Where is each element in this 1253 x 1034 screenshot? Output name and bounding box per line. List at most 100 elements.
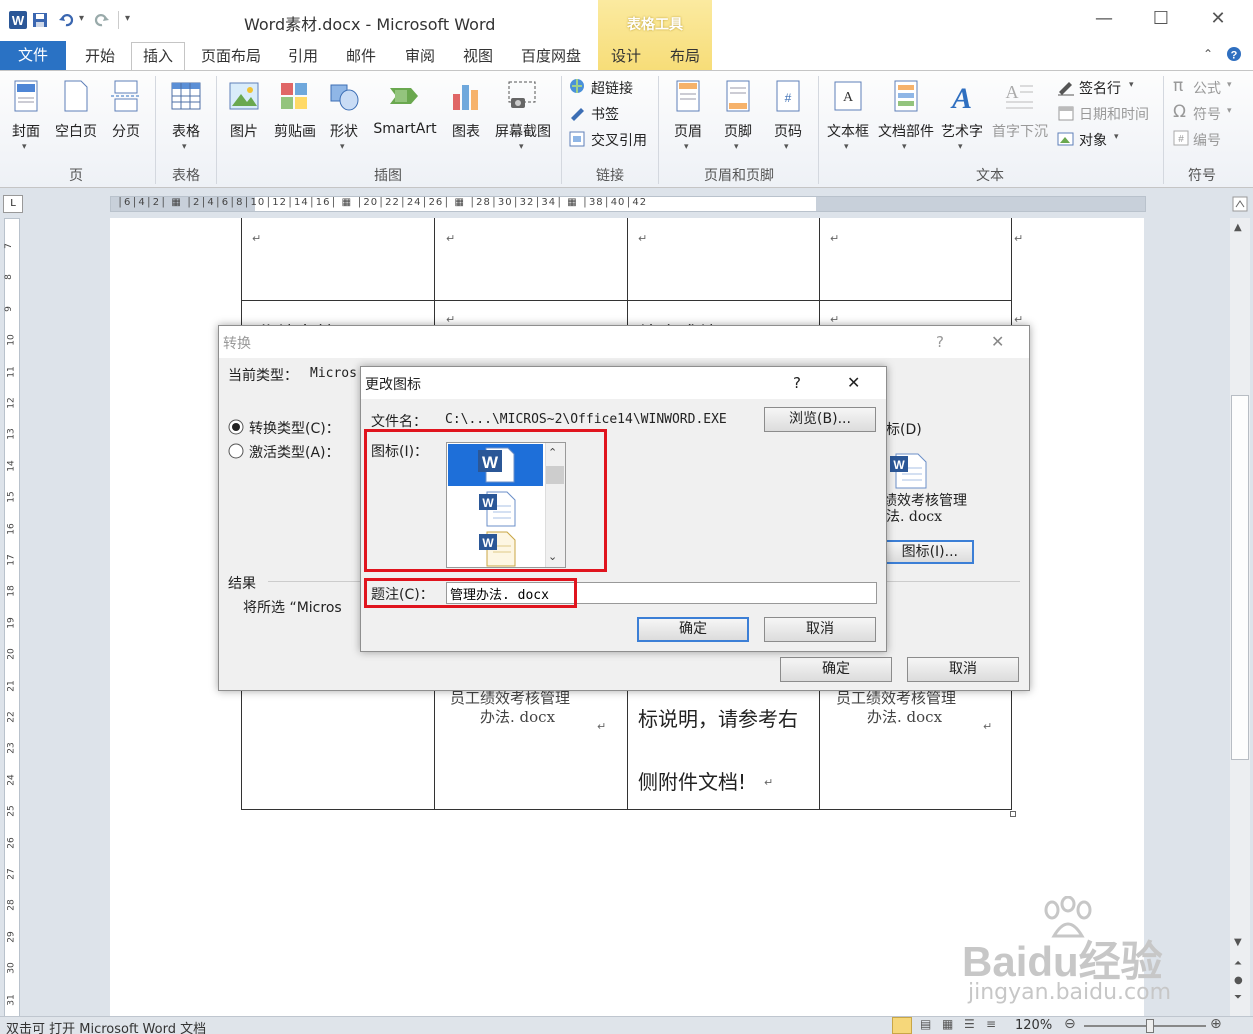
convert-type-label[interactable]: 转换类型(C)： [249,418,340,438]
equation-button[interactable]: 公式 [1193,78,1221,98]
chart-button[interactable]: 图表 [446,121,486,141]
word-app-icon[interactable]: W [8,10,28,30]
tab-home[interactable]: 开始 [73,45,127,70]
full-screen-view-icon[interactable]: ▤ [920,1017,931,1031]
table-dropdown-icon[interactable]: ▾ [182,142,187,152]
quick-parts-dropdown-icon[interactable]: ▾ [902,142,907,152]
convert-ok-button[interactable]: 确定 [780,657,892,682]
hyperlink-button[interactable]: 超链接 [591,78,633,98]
change-icon-cancel-button[interactable]: 取消 [764,617,876,642]
tab-insert[interactable]: 插入 [131,42,185,71]
help-icon[interactable]: ? [1226,46,1242,62]
previous-page-icon[interactable]: ⏶ [1234,958,1242,969]
tab-page-layout[interactable]: 页面布局 [194,45,268,70]
shapes-button[interactable]: 形状 [324,121,364,141]
tab-review[interactable]: 审阅 [397,45,443,70]
zoom-slider-thumb[interactable] [1146,1019,1154,1033]
table-resize-handle[interactable] [1010,811,1016,817]
cover-page-button[interactable]: 封面 [4,121,48,141]
tab-selector-icon[interactable]: L [3,195,23,213]
horizontal-ruler[interactable]: │6│4│2│ ▦ │2│4│6│8│10│12│14│16│ ▦ │20│22… [110,196,1146,212]
zoom-level[interactable]: 120% [1015,1018,1052,1033]
minimize-ribbon-icon[interactable]: ⌃ [1203,47,1213,61]
table-button[interactable]: 表格 [164,121,208,141]
print-layout-view-icon[interactable] [892,1017,912,1034]
object-button[interactable]: 对象 [1079,130,1107,150]
text-box-button[interactable]: 文本框 [824,121,872,141]
scroll-down-icon[interactable]: ▼ [1234,937,1242,948]
shapes-dropdown-icon[interactable]: ▾ [340,142,345,152]
convert-type-radio[interactable] [228,419,244,435]
close-button[interactable]: ✕ [1196,8,1240,32]
quick-parts-button[interactable]: 文档部件 [874,121,938,141]
change-icon-button[interactable]: 图标(I)... [878,540,974,564]
vertical-ruler[interactable]: 7 8 9 10 11 12 13 14 15 16 17 18 19 20 21 22 23 24 25 26 27 2… [4,218,20,1018]
activate-type-label[interactable]: 激活类型(A)： [249,442,340,462]
ruler-toggle-icon[interactable] [1232,196,1248,212]
change-icon-help-button[interactable]: ? [793,374,801,392]
page-number-button[interactable]: 页码 [768,121,808,141]
header-dropdown-icon[interactable]: ▾ [684,142,689,152]
symbol-button[interactable]: 符号 [1193,104,1221,124]
convert-close-button[interactable]: ✕ [991,332,1004,351]
screenshot-dropdown-icon[interactable]: ▾ [519,142,524,152]
picture-button[interactable]: 图片 [224,121,264,141]
convert-help-button[interactable]: ? [936,333,944,351]
undo-icon[interactable] [58,12,74,28]
header-button[interactable]: 页眉 [668,121,708,141]
footer-button[interactable]: 页脚 [718,121,758,141]
tab-design[interactable]: 设计 [603,45,649,70]
page-break-button[interactable]: 分页 [106,121,146,141]
save-icon[interactable] [32,12,48,28]
customize-qat-icon[interactable]: ▾ [125,13,130,24]
symbol-dropdown-icon[interactable]: ▾ [1227,106,1232,116]
tab-view[interactable]: 视图 [455,45,501,70]
zoom-out-icon[interactable]: ⊖ [1064,1016,1076,1032]
tab-mailings[interactable]: 邮件 [338,45,384,70]
page-number-dropdown-icon[interactable]: ▾ [784,142,789,152]
convert-cancel-button[interactable]: 取消 [907,657,1019,682]
cover-dropdown-icon[interactable]: ▾ [22,142,27,152]
scrollbar-thumb[interactable] [1231,395,1249,760]
wordart-dropdown-icon[interactable]: ▾ [958,142,963,152]
clip-art-button[interactable]: 剪贴画 [270,121,320,141]
activate-type-radio[interactable] [228,443,244,459]
smartart-button[interactable]: SmartArt [369,121,441,137]
footer-dropdown-icon[interactable]: ▾ [734,142,739,152]
outline-view-icon[interactable]: ☰ [964,1017,975,1031]
signature-line-button[interactable]: 签名行 [1079,78,1121,98]
maximize-button[interactable]: ☐ [1139,8,1183,32]
undo-dropdown-icon[interactable]: ▾ [79,13,84,24]
object-dropdown-icon[interactable]: ▾ [1114,132,1119,142]
change-icon-ok-button[interactable]: 确定 [637,617,749,642]
number-button[interactable]: 编号 [1193,130,1221,150]
text-box-dropdown-icon[interactable]: ▾ [844,142,849,152]
bookmark-button[interactable]: 书签 [591,104,619,124]
blank-page-button[interactable]: 空白页 [52,121,100,141]
equation-dropdown-icon[interactable]: ▾ [1227,80,1232,90]
embedded-object-caption[interactable]: 办法. docx [867,706,942,727]
embedded-object-caption[interactable]: 办法. docx [480,706,555,727]
web-layout-view-icon[interactable]: ▦ [942,1017,953,1031]
screenshot-button[interactable]: 屏幕截图 [490,121,556,141]
scroll-up-icon[interactable]: ▲ [1234,222,1242,233]
file-tab[interactable]: 文件 [0,41,66,70]
cross-reference-button[interactable]: 交叉引用 [591,130,647,150]
zoom-in-icon[interactable]: ⊕ [1210,1016,1222,1032]
drop-cap-button[interactable]: 首字下沉 [988,121,1052,141]
minimize-button[interactable]: — [1082,8,1126,32]
browse-button[interactable]: 浏览(B)... [764,407,876,432]
next-page-icon[interactable]: ⏷ [1234,992,1242,1003]
draft-view-icon[interactable]: ≡ [986,1017,996,1031]
display-as-icon-label[interactable]: 标(D) [886,419,922,439]
wordart-button[interactable]: 艺术字 [938,121,986,141]
tab-baidu-pan[interactable]: 百度网盘 [512,45,590,70]
select-browse-object-icon[interactable]: ● [1234,975,1243,986]
zoom-slider[interactable] [1084,1025,1206,1027]
change-icon-close-button[interactable]: ✕ [847,373,860,392]
tab-references[interactable]: 引用 [280,45,326,70]
signature-dropdown-icon[interactable]: ▾ [1129,80,1134,90]
date-time-button[interactable]: 日期和时间 [1079,104,1149,124]
redo-icon[interactable] [94,12,110,28]
tab-layout[interactable]: 布局 [662,45,708,70]
